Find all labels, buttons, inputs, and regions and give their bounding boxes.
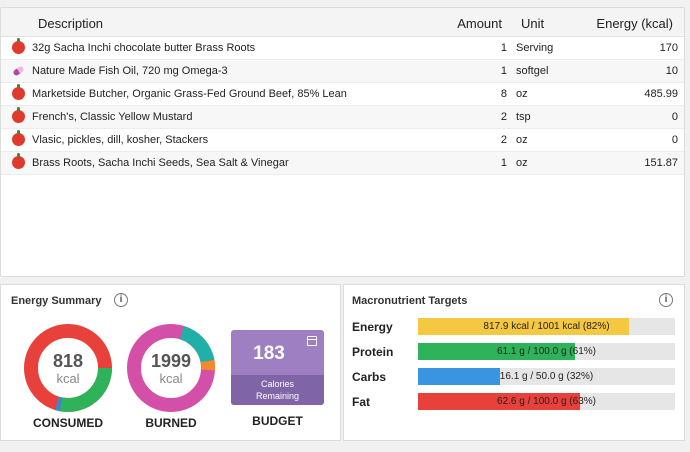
burned-unit: kcal — [159, 371, 183, 386]
energy-progress-bar[interactable]: 817.9 kcal / 1001 kcal (82%) — [418, 318, 675, 335]
row-amount: 8 — [500, 88, 507, 100]
table-row[interactable]: 32g Sacha Inchi chocolate butter Brass R… — [1, 37, 684, 60]
food-diary-panel: Description Amount Unit Energy (kcal) 32… — [0, 7, 685, 277]
consumed-ring[interactable]: 818 kcal — [23, 323, 113, 413]
row-unit: oz — [516, 88, 528, 100]
burned-ring[interactable]: 1999 kcal — [126, 323, 216, 413]
apple-icon — [12, 107, 25, 123]
header-unit[interactable]: Unit — [521, 16, 544, 31]
budget-label: Calories Remaining — [231, 375, 324, 405]
row-energy: 10 — [665, 65, 678, 77]
row-unit: tsp — [516, 111, 531, 123]
budget-value: 183 — [253, 343, 285, 364]
budget-tile[interactable]: 183 Calories Remaining — [231, 330, 324, 405]
info-icon[interactable]: i — [114, 293, 128, 307]
table-row[interactable]: French's, Classic Yellow Mustard 2 tsp 0 — [1, 106, 684, 129]
apple-icon — [12, 130, 25, 146]
header-amount[interactable]: Amount — [457, 16, 502, 31]
row-unit: oz — [516, 134, 528, 146]
row-energy: 485.99 — [644, 88, 678, 100]
row-description: 32g Sacha Inchi chocolate butter Brass R… — [32, 42, 256, 54]
table-row[interactable]: Nature Made Fish Oil, 720 mg Omega-3 1 s… — [1, 60, 684, 83]
budget-caption: BUDGET — [252, 414, 303, 428]
energy-summary-card: Energy Summary i 818 kcal CONSUMED 1999 … — [0, 284, 341, 441]
table-header: Description Amount Unit Energy (kcal) — [1, 8, 684, 37]
pill-icon — [12, 65, 25, 77]
macronutrient-targets-card: Macronutrient Targets i Energy 817.9 kca… — [343, 284, 685, 441]
row-energy: 0 — [671, 134, 678, 146]
row-description: Marketside Butcher, Organic Grass-Fed Gr… — [32, 88, 347, 100]
row-amount: 1 — [500, 65, 507, 77]
row-description: French's, Classic Yellow Mustard — [32, 111, 193, 123]
row-energy: 170 — [659, 42, 678, 54]
apple-icon — [12, 153, 25, 169]
burned-value: 1999 — [150, 351, 192, 371]
carbs-progress-bar[interactable]: 16.1 g / 50.0 g (32%) — [418, 368, 675, 385]
table-row[interactable]: Vlasic, pickles, dill, kosher, Stackers … — [1, 129, 684, 152]
macro-title: Macronutrient Targets — [352, 295, 468, 307]
consumed-unit: kcal — [56, 371, 80, 386]
row-energy: 0 — [671, 111, 678, 123]
consumed-caption: CONSUMED — [32, 416, 103, 430]
row-amount: 2 — [500, 134, 507, 146]
row-energy: 151.87 — [644, 157, 678, 169]
table-row[interactable]: Brass Roots, Sacha Inchi Seeds, Sea Salt… — [1, 152, 684, 175]
row-amount: 1 — [500, 42, 507, 54]
carbs-progress-text: 16.1 g / 50.0 g (32%) — [499, 371, 594, 382]
protein-progress-text: 61.1 g / 100.0 g (61%) — [497, 346, 596, 357]
consumed-value: 818 — [52, 351, 84, 371]
row-unit: softgel — [516, 65, 549, 77]
info-icon[interactable]: i — [659, 293, 673, 307]
row-amount: 2 — [500, 111, 507, 123]
burned-caption: BURNED — [145, 416, 197, 430]
apple-icon — [12, 84, 25, 100]
row-description: Vlasic, pickles, dill, kosher, Stackers — [32, 134, 209, 146]
row-description: Brass Roots, Sacha Inchi Seeds, Sea Salt… — [32, 157, 289, 169]
budget-label-line2: Remaining — [255, 391, 300, 401]
calendar-icon[interactable] — [307, 336, 317, 346]
energy-progress-text: 817.9 kcal / 1001 kcal (82%) — [483, 321, 610, 332]
budget-label-line1: Calories — [260, 379, 294, 389]
row-description: Nature Made Fish Oil, 720 mg Omega-3 — [32, 65, 228, 77]
macro-label-fat: Fat — [352, 395, 370, 409]
fat-progress-bar[interactable]: 62.6 g / 100.0 g (63%) — [418, 393, 675, 410]
row-amount: 1 — [500, 157, 507, 169]
macro-label-protein: Protein — [352, 345, 394, 359]
header-description[interactable]: Description — [38, 16, 103, 31]
protein-progress-bar[interactable]: 61.1 g / 100.0 g (61%) — [418, 343, 675, 360]
fat-progress-text: 62.6 g / 100.0 g (63%) — [497, 396, 596, 407]
row-unit: oz — [516, 157, 528, 169]
macro-label-energy: Energy — [352, 320, 393, 334]
apple-icon — [12, 38, 25, 54]
header-energy[interactable]: Energy (kcal) — [596, 16, 673, 31]
row-unit: Serving — [516, 42, 554, 54]
energy-summary-title: Energy Summary — [11, 295, 102, 307]
macro-label-carbs: Carbs — [352, 370, 387, 384]
table-row[interactable]: Marketside Butcher, Organic Grass-Fed Gr… — [1, 83, 684, 106]
